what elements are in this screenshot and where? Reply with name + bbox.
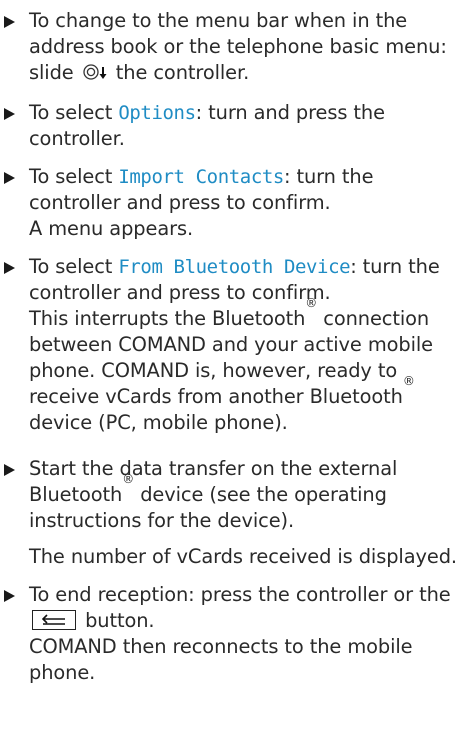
registered-mark: ® bbox=[305, 296, 318, 310]
step-3-text: To select bbox=[29, 165, 119, 188]
step-4-note-part-3: device (PC, mobile phone). bbox=[29, 411, 288, 434]
menu-item-import-contacts: Import Contacts bbox=[118, 166, 284, 188]
back-button-icon bbox=[32, 610, 76, 630]
step-2: To select Options: turn and press the co… bbox=[3, 100, 458, 152]
step-6: To end reception: press the controller o… bbox=[3, 582, 458, 686]
step-6-text-end: button. bbox=[85, 609, 155, 632]
step-3-result: A menu appears. bbox=[29, 217, 194, 240]
step-2-text: To select bbox=[29, 101, 119, 124]
step-1: To change to the menu bar when in the ad… bbox=[3, 8, 458, 88]
bullet-arrow-icon bbox=[4, 108, 15, 120]
menu-item-from-bluetooth-device: From Bluetooth Device bbox=[118, 256, 351, 278]
bullet-arrow-icon bbox=[4, 172, 15, 184]
bullet-arrow-icon bbox=[4, 590, 15, 602]
bullet-arrow-icon bbox=[4, 464, 15, 476]
step-3: To select Import Contacts: turn the cont… bbox=[3, 164, 458, 242]
step-1-text-end: the controller. bbox=[115, 61, 250, 84]
registered-mark: ® bbox=[402, 374, 415, 388]
step-6-result: COMAND then reconnects to the mobile pho… bbox=[29, 635, 413, 684]
step-4-text: To select bbox=[29, 255, 119, 278]
step-5: Start the data transfer on the external … bbox=[3, 456, 458, 570]
step-5-result: The number of vCards received is display… bbox=[29, 545, 457, 568]
instruction-list: To change to the menu bar when in the ad… bbox=[3, 8, 458, 686]
menu-item-options: Options bbox=[118, 102, 196, 124]
controller-slide-down-icon bbox=[83, 62, 109, 88]
step-4-note-part-1: This interrupts the Bluetooth bbox=[29, 307, 306, 330]
registered-mark: ® bbox=[122, 472, 135, 486]
step-4: To select From Bluetooth Device: turn th… bbox=[3, 254, 458, 436]
step-4-result: This interrupts the Bluetooth® connectio… bbox=[29, 297, 458, 436]
step-6-text: To end reception: press the controller o… bbox=[29, 583, 451, 606]
bullet-arrow-icon bbox=[4, 262, 15, 274]
bullet-arrow-icon bbox=[4, 16, 15, 28]
